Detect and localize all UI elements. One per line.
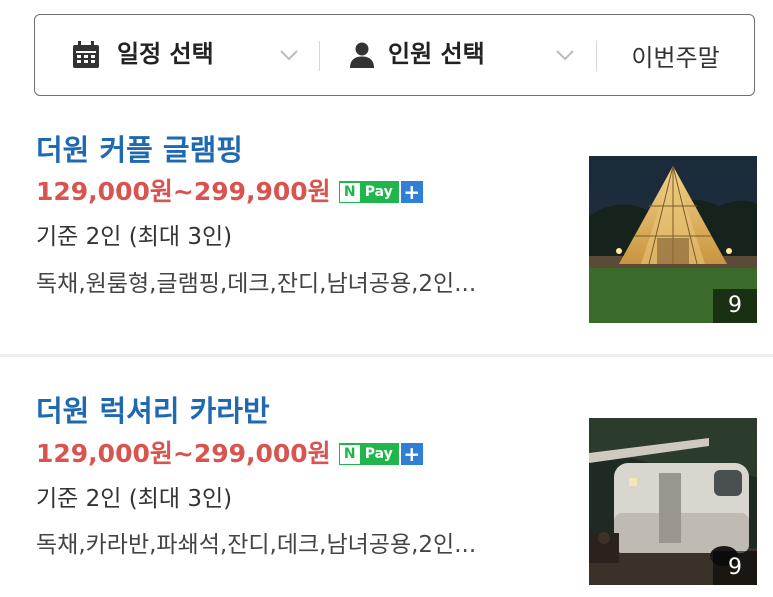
listing-capacity: 기준 2인 (최대 3인) [36, 224, 233, 250]
people-select[interactable]: 인원 선택 [320, 15, 596, 95]
person-icon [350, 42, 374, 68]
listing-title[interactable]: 더원 커플 글램핑 [36, 130, 243, 170]
date-select[interactable]: 일정 선택 [35, 15, 319, 95]
listing-item[interactable]: 더원 럭셔리 카라반 129,000원~299,000원 N Pay + 기준 … [0, 357, 773, 597]
listing-price: 129,000원~299,900원 [36, 177, 331, 206]
this-weekend-label: 이번주말 [631, 43, 720, 72]
photo-count: 9 [713, 289, 757, 323]
listing-price: 129,000원~299,000원 [36, 439, 331, 468]
listing-tags: 독채,원룸형,글램핑,데크,잔디,남녀공용,2인... [36, 271, 477, 297]
photo-count: 9 [713, 551, 757, 585]
npay-badge: N Pay + [338, 443, 423, 465]
listing-capacity: 기준 2인 (최대 3인) [36, 486, 233, 512]
npay-badge: N Pay + [338, 181, 423, 203]
listing-tags: 독채,카라반,파쇄석,잔디,데크,남녀공용,2인... [36, 532, 477, 558]
npay-n-icon: N [339, 444, 360, 464]
filter-bar: 일정 선택 인원 선택 이번주말 [34, 14, 755, 96]
price-row: 129,000원~299,000원 N Pay + [36, 437, 423, 471]
date-select-label: 일정 선택 [117, 40, 214, 68]
listing-thumbnail[interactable]: 9 [589, 156, 757, 323]
listing-title[interactable]: 더원 럭셔리 카라반 [36, 391, 270, 431]
npay-label: Pay [364, 183, 393, 200]
npay-plus-icon: + [400, 181, 423, 203]
npay-plus-icon: + [400, 443, 423, 465]
npay-label: Pay [364, 445, 393, 462]
calendar-icon [73, 41, 99, 68]
listing-item[interactable]: 더원 커플 글램핑 129,000원~299,900원 N Pay + 기준 2… [0, 118, 773, 354]
chevron-down-icon [280, 50, 298, 61]
this-weekend-button[interactable]: 이번주말 [597, 15, 754, 95]
price-row: 129,000원~299,900원 N Pay + [36, 175, 423, 209]
people-select-label: 인원 선택 [388, 40, 485, 68]
listing-thumbnail[interactable]: 9 [589, 418, 757, 585]
npay-n-icon: N [339, 182, 360, 202]
chevron-down-icon [556, 50, 574, 61]
